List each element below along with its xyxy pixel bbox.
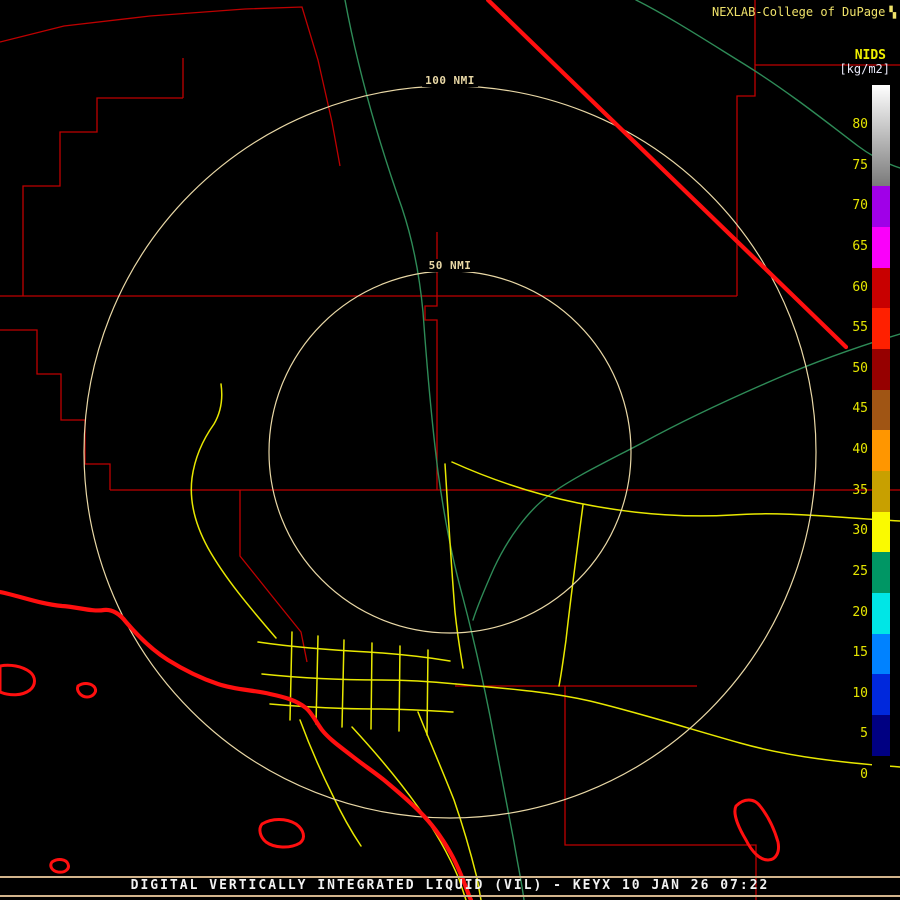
colorbar: [872, 85, 890, 791]
state-border-0: [488, 0, 846, 347]
colorbar-label-60: 60: [838, 281, 868, 295]
colorbar-label-75: 75: [838, 159, 868, 173]
colorbar-label-5: 5: [838, 727, 868, 741]
colorbar-label-45: 45: [838, 402, 868, 416]
colorbar-segment-70-75: [872, 186, 890, 227]
colorbar-segment-40-45: [872, 430, 890, 471]
highway-0: [452, 462, 900, 521]
island-2: [260, 820, 304, 848]
highway-5: [270, 704, 453, 712]
island-0: [0, 665, 35, 695]
county-line-12: [565, 686, 756, 900]
highway-1: [445, 464, 463, 668]
cod-logo-icon: ▚: [889, 6, 896, 19]
island-3: [735, 800, 779, 860]
county-line-9: [0, 330, 110, 490]
river-0: [345, 0, 524, 900]
colorbar-segment-10-15: [872, 674, 890, 715]
highway-2: [191, 384, 276, 638]
colorbar-label-65: 65: [838, 240, 868, 254]
colorbar-segment-60-65: [872, 268, 890, 308]
colorbar-label-80: 80: [838, 118, 868, 132]
range-ring-label-100-nmi: 100 NMI: [422, 74, 478, 87]
colorbar-segment-50-55: [872, 349, 890, 390]
county-line-4: [23, 98, 183, 296]
range-ring-50-nmi: [269, 271, 631, 633]
radar-map: [0, 0, 900, 900]
colorbar-segment-30-35: [872, 512, 890, 552]
river-2: [636, 0, 900, 168]
highway-8: [342, 640, 344, 727]
highway-16: [559, 505, 583, 686]
colorbar-label-0: 0: [838, 768, 868, 782]
colorbar-label-25: 25: [838, 565, 868, 579]
range-ring-label-50-nmi: 50 NMI: [426, 259, 475, 272]
colorbar-label-50: 50: [838, 362, 868, 376]
footer-rule-bottom: [0, 895, 900, 897]
colorbar-label-55: 55: [838, 321, 868, 335]
state-border-1: [0, 592, 471, 900]
footer-caption: DIGITAL VERTICALLY INTEGRATED LIQUID (VI…: [0, 878, 900, 893]
colorbar-label-20: 20: [838, 606, 868, 620]
colorbar-segment-55-60: [872, 308, 890, 349]
colorbar-segment-75-85: [872, 85, 890, 186]
colorbar-segment-15-20: [872, 634, 890, 674]
island-1: [78, 684, 96, 697]
brand-text: NEXLAB-College of DuPage: [712, 5, 885, 19]
highway-10: [399, 646, 400, 731]
highway-6: [290, 632, 292, 720]
highway-12: [352, 727, 466, 900]
range-ring-100-nmi: [84, 86, 816, 818]
highway-11: [427, 650, 428, 735]
county-line-3: [0, 7, 340, 166]
radar-screen: NEXLAB-College of DuPage ▚ NIDS [kg/m2] …: [0, 0, 900, 900]
highway-3: [258, 642, 450, 661]
colorbar-segment-65-70: [872, 227, 890, 268]
colorbar-segment-0-5: [872, 756, 890, 791]
colorbar-segment-25-30: [872, 552, 890, 593]
colorbar-segment-45-50: [872, 390, 890, 430]
highway-13: [418, 712, 481, 900]
brand: NEXLAB-College of DuPage ▚: [712, 5, 896, 19]
colorbar-segment-35-40: [872, 471, 890, 512]
colorbar-label-10: 10: [838, 687, 868, 701]
colorbar-label-70: 70: [838, 199, 868, 213]
island-4: [51, 860, 69, 873]
colorbar-label-30: 30: [838, 524, 868, 538]
highway-15: [456, 684, 900, 767]
colorbar-label-35: 35: [838, 484, 868, 498]
county-line-7: [425, 296, 437, 490]
river-1: [473, 334, 900, 620]
colorbar-label-40: 40: [838, 443, 868, 457]
highway-9: [371, 643, 372, 729]
colorbar-segment-5-10: [872, 715, 890, 756]
colorbar-title: NIDS: [855, 48, 886, 63]
colorbar-units: [kg/m2]: [839, 62, 890, 76]
colorbar-label-15: 15: [838, 646, 868, 660]
colorbar-segment-20-25: [872, 593, 890, 634]
